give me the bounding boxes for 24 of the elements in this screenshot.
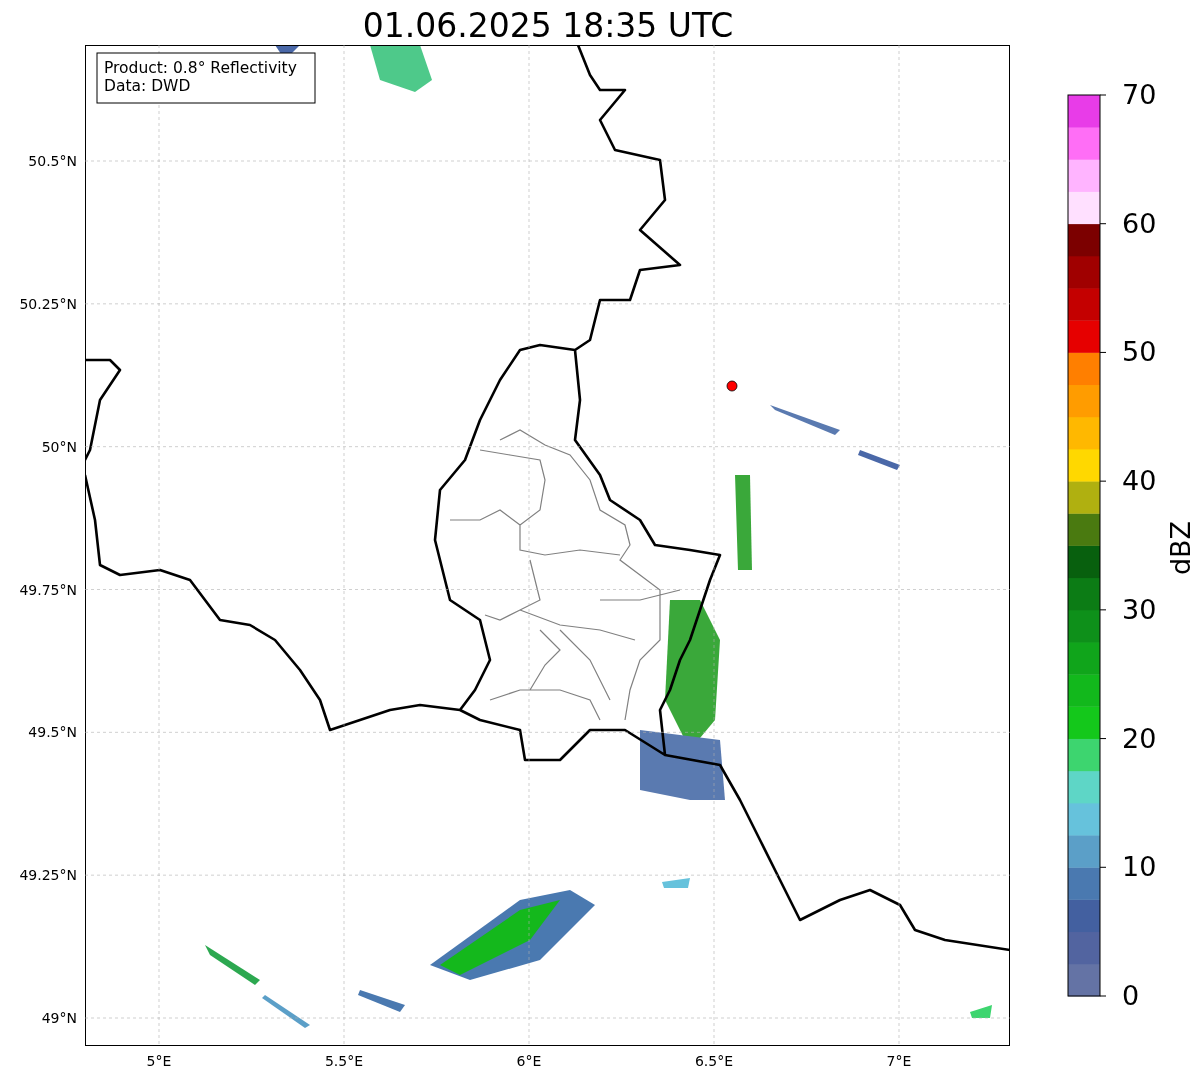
chart-title: 01.06.2025 18:35 UTC [362,6,734,45]
colorbar-tick-label: 70 [1122,79,1157,110]
axis-tick-label: 49.5°N [28,724,77,741]
axis-tick-label: 50°N [41,438,77,455]
axis-tick-label: 5°E [146,1053,172,1069]
colorbar-tick-label: 60 [1122,207,1157,239]
axis-tick-label: 6°E [516,1053,542,1069]
axis-tick-label: 49.25°N [19,867,77,884]
colorbar-label: dBZ [1165,520,1196,576]
colorbar-tick-label: 20 [1122,722,1157,754]
axis-tick-label: 6.5°E [694,1053,734,1069]
axis-tick-label: 5.5°E [324,1053,364,1069]
axis-tick-label: 7°E [886,1053,912,1069]
colorbar-tick-label: 50 [1122,336,1157,368]
colorbar-tick-label: 10 [1122,851,1157,883]
legend-text: Data: DWD [104,77,191,95]
axis-tick-label: 50.5°N [28,153,77,169]
colorbar-tick-label: 30 [1122,593,1157,625]
legend-text: Product: 0.8° Reflectivity [104,59,297,77]
axis-tick-label: 50.25°N [19,295,77,312]
colorbar-tick-label: 40 [1122,465,1157,497]
colorbar-tick-label: 0 [1122,980,1140,1011]
axis-tick-label: 49.75°N [19,581,77,598]
axis-tick-label: 49°N [41,1010,77,1026]
